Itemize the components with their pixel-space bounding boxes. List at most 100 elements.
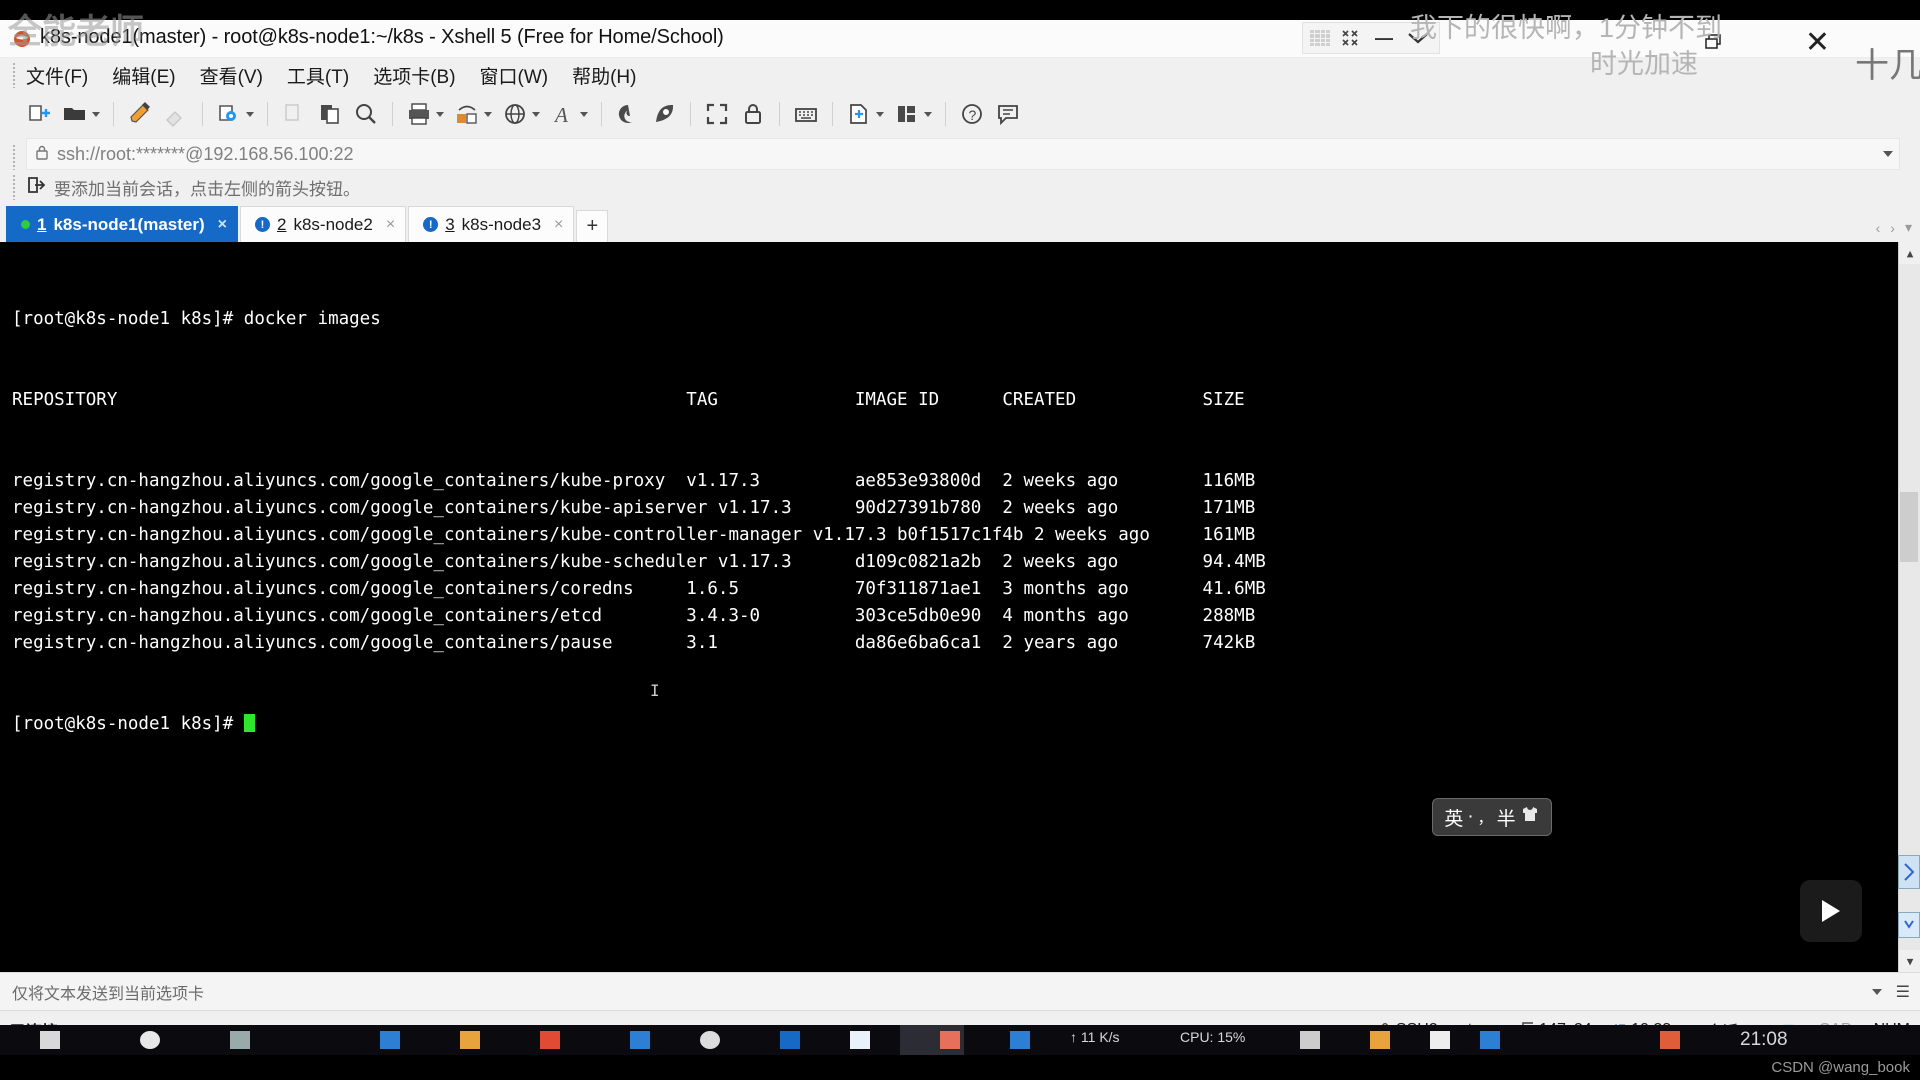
globe-icon[interactable]	[498, 97, 544, 131]
transfer-icon[interactable]	[450, 97, 496, 131]
fullscreen-icon[interactable]	[700, 97, 734, 131]
print-icon[interactable]	[402, 97, 448, 131]
teacher-watermark: 全能老师	[8, 13, 144, 51]
send-to-label: 仅将文本发送到当前选项卡	[12, 985, 205, 1003]
addressbar-gripper[interactable]	[12, 144, 16, 170]
address-input[interactable]: ssh://root:*******@192.168.56.100:22	[57, 144, 353, 165]
tab-number: 1	[37, 214, 47, 234]
session-properties-icon[interactable]	[212, 97, 258, 131]
log-icon[interactable]	[611, 97, 645, 131]
tab-scroll-next-icon[interactable]: ›	[1890, 220, 1895, 236]
paste-icon[interactable]	[313, 97, 347, 131]
ime-indicator[interactable]: 英 · ， 半	[1432, 798, 1552, 836]
minimize-button[interactable]: —	[1367, 23, 1401, 53]
tab-number: 3	[445, 214, 455, 234]
menu-window[interactable]: 窗口(W)	[480, 62, 549, 89]
chevron-down-icon[interactable]	[1401, 23, 1435, 53]
terminal-line-command: [root@k8s-node1 k8s]# docker images	[12, 309, 381, 329]
hint-text: 要添加当前会话，点击左侧的箭头按钮。	[54, 179, 360, 199]
chevron-down-icon[interactable]	[1883, 151, 1893, 157]
new-session-icon[interactable]	[22, 97, 56, 131]
menu-tabs[interactable]: 选项卡(B)	[373, 62, 455, 89]
eraser-icon[interactable]	[159, 97, 193, 131]
hamburger-icon[interactable]: ☰	[1896, 982, 1910, 1002]
terminal-table-row: registry.cn-hangzhou.aliyuncs.com/google…	[12, 471, 1256, 491]
scrollbar-thumb[interactable]	[1900, 492, 1918, 562]
restore-button[interactable]	[1704, 32, 1724, 52]
tab-label: k8s-node3	[461, 214, 542, 234]
close-button[interactable]: ✕	[1805, 28, 1830, 58]
tab-k8s-node3[interactable]: ! 3 k8s-node3 ×	[408, 206, 575, 242]
tab-strip: 1 k8s-node1(master) × ! 2 k8s-node2 × ! …	[0, 204, 1920, 242]
chat-icon[interactable]	[991, 97, 1025, 131]
toolbar: A ?	[0, 92, 1920, 136]
new-file-icon[interactable]	[842, 97, 888, 131]
scroll-down-button[interactable]: ▼	[1899, 950, 1920, 972]
terminal-table-row: registry.cn-hangzhou.aliyuncs.com/google…	[12, 633, 1256, 653]
menubar-gripper[interactable]	[12, 62, 16, 88]
collapse-icon[interactable]	[1333, 23, 1367, 53]
toolbar-separator	[392, 102, 393, 126]
window-control-group[interactable]: —	[1302, 22, 1440, 54]
taskbar-cpu: CPU: 15%	[1180, 1029, 1246, 1045]
new-tab-button[interactable]: +	[576, 210, 609, 242]
title-bar: k8s-node1(master) - root@k8s-node1:~/k8s…	[0, 20, 1920, 58]
tab-close-icon[interactable]: ×	[386, 216, 395, 234]
font-icon[interactable]: A	[546, 97, 592, 131]
terminal-table-row: registry.cn-hangzhou.aliyuncs.com/google…	[12, 498, 1256, 518]
edge-expand-button[interactable]	[1898, 855, 1920, 889]
edge-collapse-button[interactable]	[1898, 912, 1920, 938]
highlight-pen-icon[interactable]	[123, 97, 157, 131]
taskbar-network-speed: ↑ 11 K/s	[1070, 1029, 1120, 1045]
menu-view[interactable]: 查看(V)	[200, 62, 263, 89]
ime-comma[interactable]: ，	[1478, 807, 1493, 828]
menu-bar: 文件(F) 编辑(E) 查看(V) 工具(T) 选项卡(B) 窗口(W) 帮助(…	[0, 58, 1920, 92]
tab-k8s-node1[interactable]: 1 k8s-node1(master) ×	[6, 206, 238, 242]
tab-number: 2	[276, 214, 287, 234]
hint-bar: 要添加当前会话，点击左侧的箭头按钮。	[0, 170, 1920, 204]
send-to-bar[interactable]: 仅将文本发送到当前选项卡 ☰	[0, 972, 1920, 1010]
open-folder-icon[interactable]	[58, 97, 104, 131]
svg-text:A: A	[553, 103, 568, 127]
toolbar-separator	[113, 102, 114, 126]
taskbar: ↑ 11 K/s CPU: 15% 21:08	[0, 1025, 1920, 1055]
help-icon[interactable]: ?	[955, 97, 989, 131]
tab-k8s-node2[interactable]: ! 2 k8s-node2 ×	[239, 206, 407, 242]
menu-tools[interactable]: 工具(T)	[287, 62, 349, 89]
tab-nav-controls: ‹ › ▾	[1876, 219, 1912, 236]
scroll-up-button[interactable]: ▲	[1899, 242, 1920, 264]
keyboard-icon[interactable]	[789, 97, 823, 131]
tab-label: k8s-node1(master)	[53, 214, 205, 234]
svg-text:?: ?	[969, 107, 977, 123]
menu-edit[interactable]: 编辑(E)	[112, 62, 175, 89]
find-icon[interactable]	[349, 97, 383, 131]
address-bar[interactable]: ssh://root:*******@192.168.56.100:22	[26, 138, 1900, 170]
warning-icon: !	[423, 217, 439, 232]
add-session-arrow-icon[interactable]	[26, 175, 46, 200]
tab-label: k8s-node2	[293, 214, 373, 234]
tab-close-icon[interactable]: ×	[554, 216, 563, 234]
chevron-down-icon[interactable]	[1872, 988, 1882, 995]
ime-punctuation[interactable]: ·	[1467, 806, 1473, 828]
toolbar-separator	[267, 102, 268, 126]
terminal-table-row: registry.cn-hangzhou.aliyuncs.com/google…	[12, 552, 1266, 572]
tab-close-icon[interactable]: ×	[218, 216, 227, 234]
ime-width-mode[interactable]: 半	[1497, 804, 1516, 831]
ime-language[interactable]: 英	[1444, 804, 1463, 831]
lock-icon[interactable]	[736, 97, 770, 131]
copy-icon[interactable]	[277, 97, 311, 131]
toolbar-separator	[779, 102, 780, 126]
record-icon[interactable]	[647, 97, 681, 131]
menu-file[interactable]: 文件(F)	[26, 62, 88, 89]
terminal-table-row: registry.cn-hangzhou.aliyuncs.com/google…	[12, 606, 1256, 626]
layout-icon[interactable]	[890, 97, 936, 131]
hintbar-gripper[interactable]	[12, 174, 16, 200]
menu-help[interactable]: 帮助(H)	[572, 62, 636, 89]
tab-list-menu-icon[interactable]: ▾	[1905, 219, 1912, 236]
toolbar-separator	[690, 102, 691, 126]
play-icon[interactable]	[1800, 880, 1862, 942]
terminal-output[interactable]: [root@k8s-node1 k8s]# docker images REPO…	[0, 242, 1920, 972]
shirt-icon[interactable]	[1520, 805, 1540, 829]
tab-scroll-prev-icon[interactable]: ‹	[1876, 220, 1881, 236]
mouse-cursor-icon: I	[650, 681, 660, 700]
